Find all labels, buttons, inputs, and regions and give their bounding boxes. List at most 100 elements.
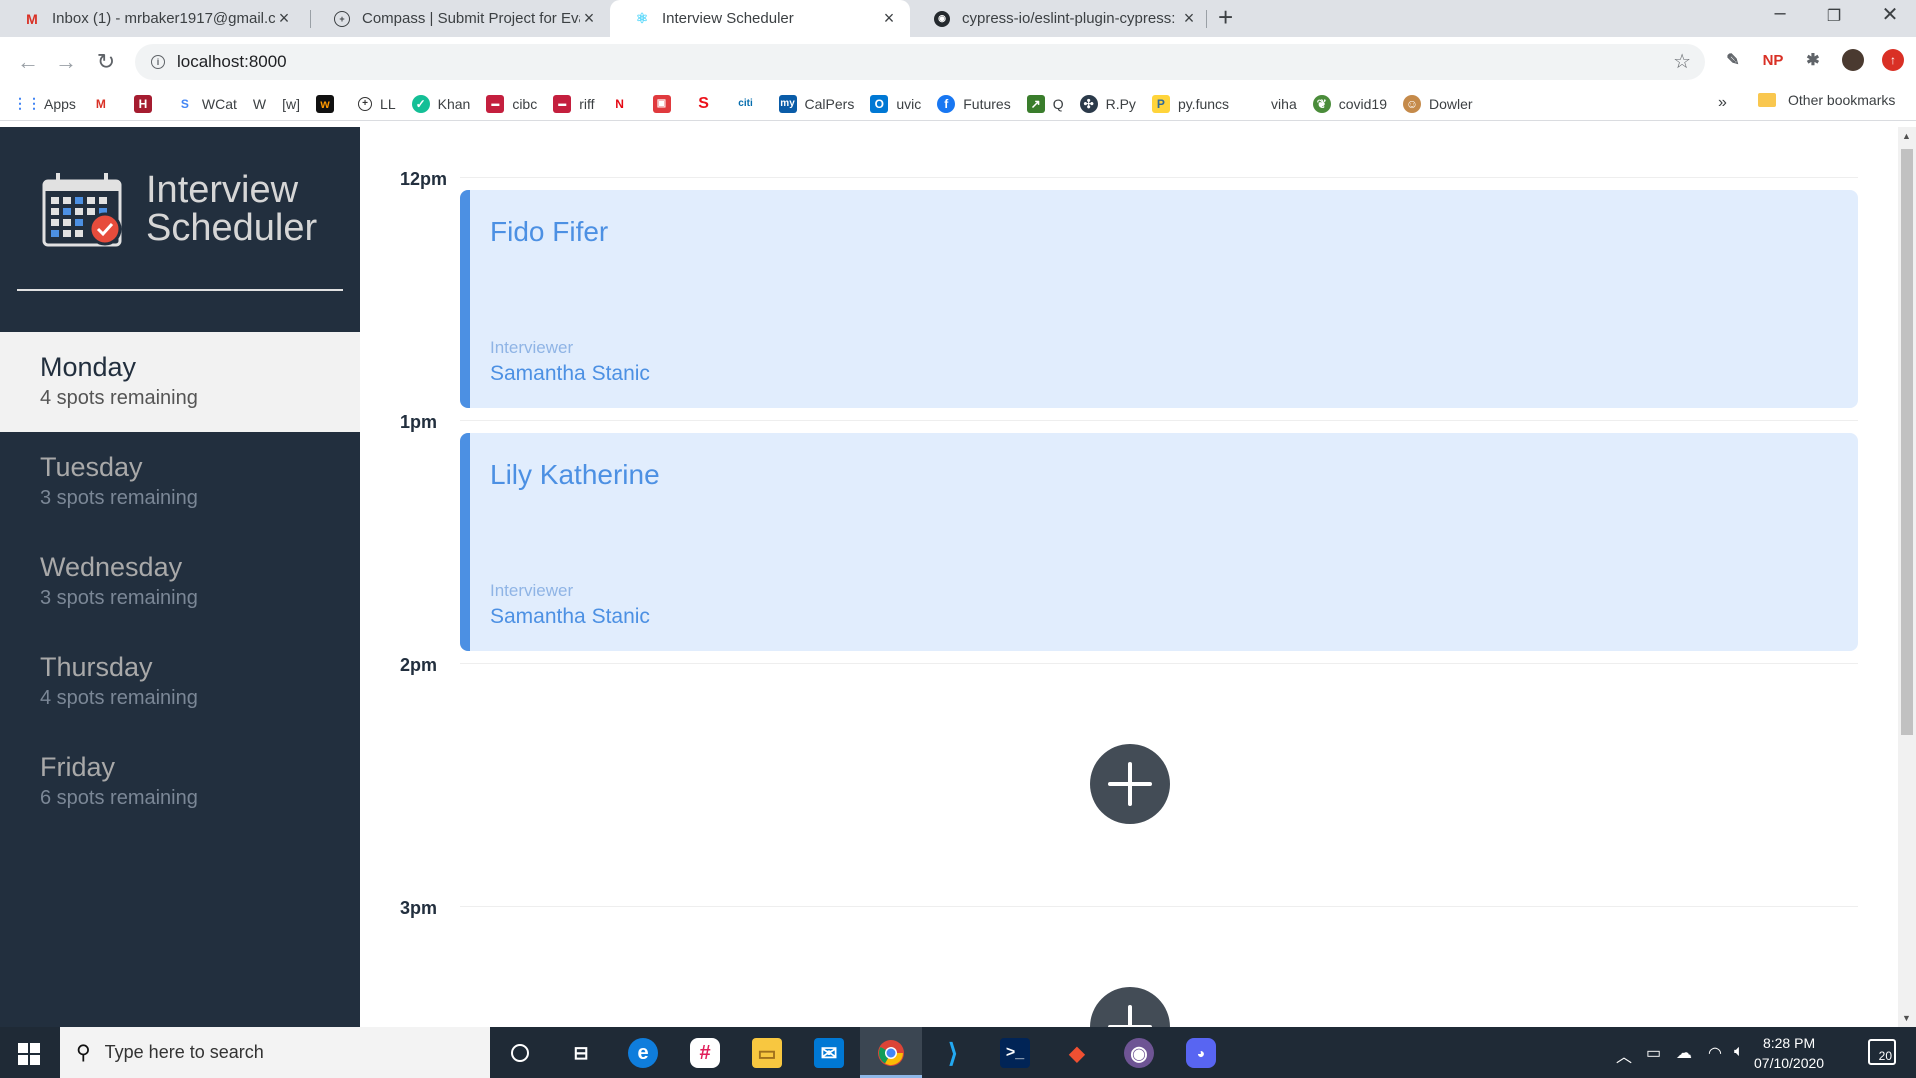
day-name: Tuesday xyxy=(40,452,143,482)
profile-avatar[interactable] xyxy=(1842,49,1864,71)
clock-time: 8:28 PM xyxy=(1762,1035,1816,1051)
onedrive-icon[interactable]: ☁ xyxy=(1676,1043,1692,1063)
bookmark-label: uvic xyxy=(896,95,922,112)
bookmark-label: covid19 xyxy=(1338,95,1387,112)
bookmark-ll[interactable]: + LL xyxy=(358,96,396,112)
bookmark-wcat[interactable]: S WCat xyxy=(176,95,237,113)
day-item-tuesday[interactable]: Tuesday 3 spots remaining xyxy=(0,432,360,532)
taskbar-search-input[interactable]: ⚲ Type here to search xyxy=(60,1027,490,1078)
scrollbar-thumb[interactable] xyxy=(1901,149,1913,735)
scroll-up-icon[interactable]: ▲ xyxy=(1902,131,1911,141)
chart-icon: ↗ xyxy=(1026,94,1045,113)
student-name: Fido Fifer xyxy=(490,216,609,247)
cortana-icon[interactable] xyxy=(505,1038,535,1068)
tab-compass[interactable]: + Compass | Submit Project for Eva × xyxy=(310,0,610,37)
forward-button[interactable]: → xyxy=(52,49,80,75)
page-scrollbar[interactable]: ▲ ▼ xyxy=(1898,127,1916,1027)
bookmark-wiktionary[interactable]: [w] xyxy=(282,96,300,112)
bookmark-cibc[interactable]: ▬ cibc xyxy=(486,94,537,113)
close-tab-icon[interactable]: × xyxy=(580,8,598,29)
wifi-icon[interactable]: ◠ xyxy=(1708,1043,1722,1063)
bookmark-wm[interactable]: w xyxy=(316,94,342,113)
bookmark-harvard[interactable]: H xyxy=(133,94,160,113)
file-explorer-icon[interactable]: ▭ xyxy=(752,1038,782,1068)
np-extension-icon[interactable]: NP xyxy=(1762,49,1784,71)
address-bar[interactable]: i localhost:8000 ☆ xyxy=(135,44,1705,80)
bookmark-uvic[interactable]: O uvic xyxy=(870,94,922,113)
battery-icon[interactable]: ▭ xyxy=(1646,1043,1661,1063)
plus-icon xyxy=(1108,1005,1152,1027)
bookmark-red-app[interactable]: ▣ xyxy=(652,94,679,113)
day-spots: 4 spots remaining xyxy=(40,687,198,709)
vscode-icon[interactable]: ⟩ xyxy=(938,1038,968,1068)
bookmark-calpers[interactable]: my CalPers xyxy=(778,94,854,113)
bookmark-dowler[interactable]: ☺ Dowler xyxy=(1403,94,1473,113)
outlook-icon: O xyxy=(870,94,889,113)
bookmark-label: riff xyxy=(579,95,595,112)
notifications-icon[interactable]: 20 xyxy=(1868,1039,1896,1065)
appointment-card[interactable]: Lily Katherine Interviewer Samantha Stan… xyxy=(460,433,1858,651)
tab-github[interactable]: ◉ cypress-io/eslint-plugin-cypress: × xyxy=(910,0,1210,37)
bookmark-khan[interactable]: ✓ Khan xyxy=(411,94,470,113)
update-indicator-icon[interactable]: ↑ xyxy=(1882,49,1904,71)
volume-icon[interactable]: 🔈︎ xyxy=(1734,1043,1744,1061)
close-tab-icon[interactable]: × xyxy=(1180,8,1198,29)
bookmark-futures[interactable]: f Futures xyxy=(937,94,1011,113)
mail-icon[interactable]: ✉ xyxy=(814,1038,844,1068)
new-tab-button[interactable]: + xyxy=(1218,2,1233,33)
task-view-icon[interactable]: ⊟ xyxy=(566,1038,596,1068)
discord-icon[interactable]: ◕ xyxy=(1186,1038,1216,1068)
other-bookmarks-label: Other bookmarks xyxy=(1788,92,1896,108)
reload-button[interactable]: ↻ xyxy=(92,49,120,75)
minimize-button[interactable]: – xyxy=(1760,2,1800,25)
chrome-icon[interactable] xyxy=(876,1038,906,1068)
back-button[interactable]: ← xyxy=(14,49,42,75)
close-window-button[interactable]: ✕ xyxy=(1870,2,1910,27)
powershell-icon[interactable]: >_ xyxy=(1000,1038,1030,1068)
bookmark-netflix[interactable]: N xyxy=(611,95,637,113)
eyedropper-extension-icon[interactable]: ✎ xyxy=(1722,49,1744,71)
cibc-icon: ▬ xyxy=(486,94,505,113)
add-appointment-button[interactable] xyxy=(1090,744,1170,824)
scroll-down-icon[interactable]: ▼ xyxy=(1902,1013,1911,1023)
tab-interview-scheduler[interactable]: ⚛ Interview Scheduler × xyxy=(610,0,910,37)
close-tab-icon[interactable]: × xyxy=(880,8,898,29)
appointment-card[interactable]: Fido Fifer Interviewer Samantha Stanic xyxy=(460,190,1858,408)
plus-icon xyxy=(1108,762,1152,806)
system-clock[interactable]: 8:28 PM 07/10/2020 xyxy=(1754,1033,1824,1073)
add-appointment-button[interactable] xyxy=(1090,987,1170,1027)
tab-gmail[interactable]: M Inbox (1) - mrbaker1917@gmail.c × xyxy=(0,0,305,37)
bookmark-star-icon[interactable]: ☆ xyxy=(1673,49,1691,74)
slack-icon[interactable]: # xyxy=(690,1038,720,1068)
bookmark-rpy[interactable]: ✣ R.Py xyxy=(1079,94,1136,113)
bookmark-pyfuncs[interactable]: P py.funcs xyxy=(1151,94,1229,113)
citi-icon: citi xyxy=(738,98,753,109)
day-item-thursday[interactable]: Thursday 4 spots remaining xyxy=(0,632,360,732)
bookmark-riff[interactable]: ▬ riff xyxy=(553,94,595,113)
cibc-icon: ▬ xyxy=(553,94,572,113)
bookmark-covid19[interactable]: ❦ covid19 xyxy=(1312,94,1387,113)
bookmark-gmail[interactable]: M xyxy=(92,95,118,113)
git-icon[interactable]: ◆ xyxy=(1062,1038,1092,1068)
extensions-puzzle-icon[interactable]: ✱ xyxy=(1802,49,1824,71)
site-info-icon[interactable]: i xyxy=(151,55,165,69)
tray-chevron-icon[interactable]: ︿ xyxy=(1616,1043,1632,1067)
day-item-friday[interactable]: Friday 6 spots remaining xyxy=(0,732,360,832)
bookmark-apps[interactable]: ⋮⋮ Apps xyxy=(13,95,76,113)
interviewer-label: Interviewer xyxy=(490,338,574,357)
bookmark-viha[interactable]: viha xyxy=(1271,96,1297,112)
day-item-wednesday[interactable]: Wednesday 3 spots remaining xyxy=(0,532,360,632)
restore-button[interactable]: ❐ xyxy=(1814,6,1854,26)
other-bookmarks-folder[interactable]: Other bookmarks xyxy=(1758,92,1895,108)
bookmark-q[interactable]: ↗ Q xyxy=(1026,94,1064,113)
more-bookmarks-button[interactable]: » xyxy=(1718,94,1727,112)
close-tab-icon[interactable]: × xyxy=(275,8,293,29)
day-item-monday[interactable]: Monday 4 spots remaining xyxy=(0,332,360,432)
bookmark-scotiabank[interactable]: S xyxy=(695,95,721,113)
bookmark-wikipedia[interactable]: W xyxy=(253,96,266,112)
edge-icon[interactable]: e xyxy=(628,1038,658,1068)
bookmark-citi[interactable]: citi xyxy=(737,95,763,113)
windows-start-icon[interactable] xyxy=(18,1043,40,1065)
github-desktop-icon[interactable]: ◉ xyxy=(1124,1038,1154,1068)
browser-tab-strip: M Inbox (1) - mrbaker1917@gmail.c × + Co… xyxy=(0,0,1916,37)
